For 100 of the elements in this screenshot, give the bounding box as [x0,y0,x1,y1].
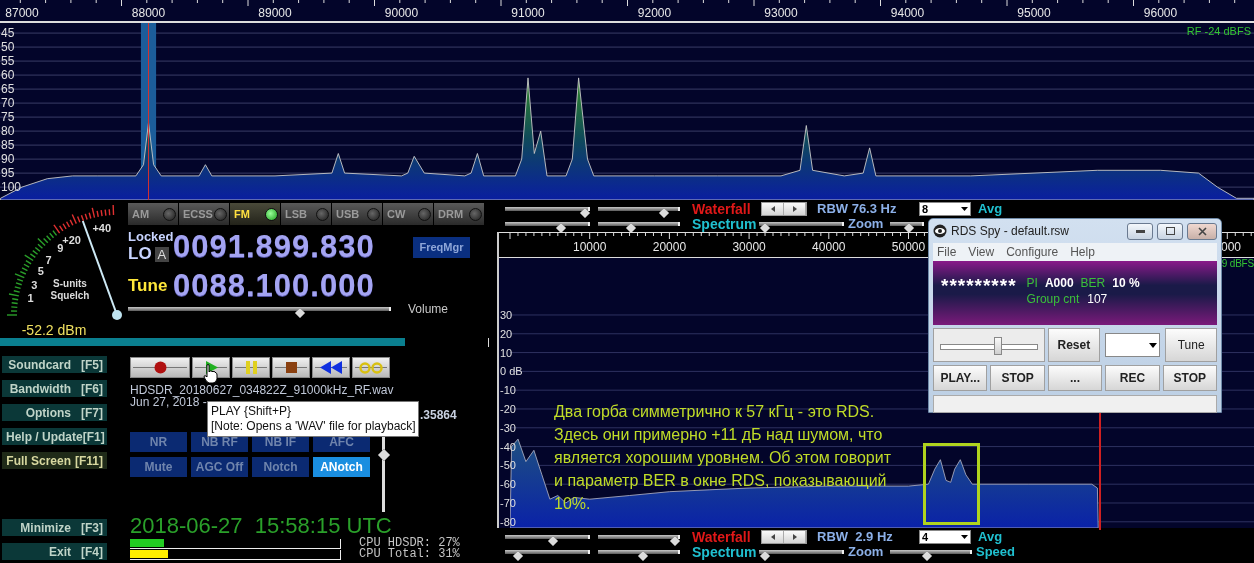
tune-button[interactable]: Tune [1165,328,1217,362]
menu-item[interactable]: Configure [1006,245,1059,259]
dsp-button[interactable]: Mute [130,457,187,477]
pause-button[interactable] [232,357,270,378]
close-icon [1197,226,1207,236]
side-button[interactable]: Bandwidth [F6] [2,380,107,397]
slider-thumb[interactable] [994,337,1002,355]
level-label: 85 [1,139,15,153]
side-button[interactable]: Soundcard [F5] [2,356,107,373]
led-icon [367,207,380,221]
maximize-button[interactable] [1157,222,1183,240]
rds-button[interactable]: REC [1105,365,1160,391]
led-icon [418,207,431,221]
ber-value: 10 % [1112,275,1140,291]
loop-button[interactable] [352,357,390,378]
pi-value: A000 [1044,275,1074,291]
rbw-label: RBW 2.9 Hz [817,530,894,544]
mode-button[interactable]: LSB [281,203,331,225]
frequency-label: 96000 [1143,7,1178,20]
rbw-label: RBW 76.3 Hz [817,202,898,216]
side-button[interactable]: Help / Update[F1] [2,428,107,445]
level-label: 65 [1,83,15,97]
right-arrow-icon [792,206,797,212]
level-label: 80 [1,125,15,139]
record-button[interactable] [130,357,190,378]
tune-label: Tune [128,276,169,296]
average-select[interactable]: 8 [919,202,971,216]
side-button[interactable]: Minimize [F3] [2,519,107,536]
led-icon [214,207,227,221]
cpu-label: CPU HDSDR: 27% [359,538,460,549]
minimize-button[interactable] [1127,222,1153,240]
average-select[interactable]: 4 [919,530,971,544]
rds-button[interactable]: STOP [1162,365,1218,391]
caret-icon [1149,342,1158,348]
stop-icon [285,362,297,373]
level-label: -30 [499,421,517,434]
dsp-button[interactable]: AGC Off [191,457,248,477]
caret-icon [961,207,968,211]
mode-button[interactable]: ECSS [179,203,229,225]
ber-label: BER [1080,275,1106,291]
level-label: 0 dB [499,365,524,378]
level-label: 55 [1,55,15,69]
left-button[interactable] [762,203,784,215]
right-button[interactable] [784,531,806,543]
side-button[interactable]: Exit [F4] [2,543,107,560]
spin-control[interactable] [761,202,807,216]
frequency-label: 92000 [637,7,672,20]
frequency-label: 10000 [573,241,607,254]
reset-button[interactable]: Reset [1048,328,1100,362]
mode-button[interactable]: FM [230,203,280,225]
rewind-button[interactable] [312,357,350,378]
frequency-label: 000 [1221,241,1242,254]
frequency-label: 88000 [131,7,166,20]
mode-button[interactable]: CW [383,203,433,225]
side-button[interactable]: Full Screen [F11] [2,452,107,469]
menu-item[interactable]: File [937,245,957,259]
mode-button[interactable]: USB [332,203,382,225]
slider-thumb[interactable] [378,446,390,459]
cpu-label: CPU Total: 31% [359,549,460,560]
right-button[interactable] [784,203,806,215]
stop-button[interactable] [272,357,310,378]
menu-item[interactable]: Help [1070,245,1095,259]
maximize-icon [1165,227,1175,235]
record-icon [153,361,167,374]
level-label: -60 [499,478,517,491]
level-label: 50 [1,41,15,55]
level-label: -10 [499,384,517,397]
menu-item[interactable]: View [968,245,995,259]
freqmgr-button[interactable]: FreqMgr [413,236,470,258]
led-icon [265,207,278,221]
level-readout: 9 dBFS [1221,258,1254,269]
left-button[interactable] [762,531,784,543]
caret-icon [961,535,968,539]
dropdown[interactable] [1104,333,1161,357]
level-label: 45 [1,27,15,41]
rewind-icon [320,361,342,374]
led-icon [469,207,482,221]
zoom-label: Zoom [848,545,885,559]
program-service-name: ********* [941,275,1017,297]
close-button[interactable] [1187,222,1217,240]
spin-control[interactable] [761,530,807,544]
minimize-icon [1135,229,1145,233]
rds-button[interactable]: ... [1047,365,1103,391]
level-label: -50 [499,459,517,472]
mode-button[interactable]: DRM [434,203,484,225]
mode-button[interactable]: AM [128,203,178,225]
dsp-button[interactable]: NR [130,432,187,452]
dsp-button[interactable]: Notch [252,457,309,477]
slider[interactable] [933,328,1045,362]
utc-clock: 2018-06-27 15:58:15 UTC [130,514,392,538]
frequency-label: 91000 [511,7,545,20]
dsp-button[interactable]: ANotch [313,457,370,477]
side-button[interactable]: Options [F7] [2,404,107,421]
tooltip-note: [Note: Opens a 'WAV' file for playback] [211,419,415,434]
level-label: 95 [1,167,15,181]
rds-button[interactable]: PLAY... [933,365,988,391]
frequency-label: 89000 [258,7,292,20]
spectrum-label: Spectrum [692,545,758,559]
rds-button[interactable]: STOP [990,365,1045,391]
tooltip-title: PLAY {Shift+P} [211,404,292,419]
